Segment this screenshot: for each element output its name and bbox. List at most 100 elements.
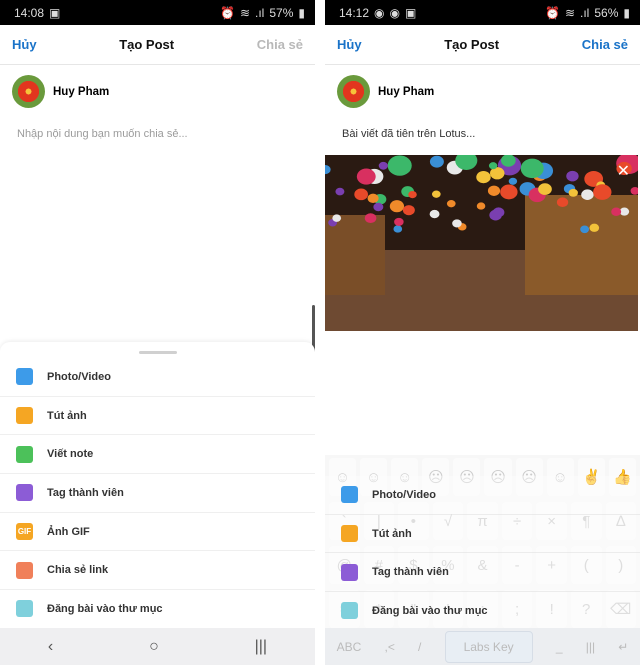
- folder-icon: [341, 602, 358, 620]
- space-key[interactable]: Labs Key: [444, 630, 533, 663]
- lantern: [611, 207, 622, 216]
- create-post-screen-empty: 14:08 ▣ ⏰ ≋ .ıl 57% ▮ Hủy Tạo Post Chia sẻ Hu…: [0, 0, 315, 665]
- menu-item[interactable]: Tút ảnh: [325, 514, 640, 554]
- lantern: [556, 197, 569, 208]
- create-post-screen-with-photo: 14:12 ◉ ◉ ▣ ⏰ ≋ .ıl 56% ▮ Hủy Tạo Post Chia sẻ …: [325, 0, 640, 665]
- lantern: [568, 188, 578, 197]
- back-button[interactable]: ‹: [48, 638, 53, 656]
- lantern: [402, 205, 415, 216]
- menu-item-label: Ảnh GIF: [47, 525, 90, 538]
- lantern: [389, 200, 405, 213]
- page-title: Tạo Post: [119, 37, 175, 52]
- lantern: [356, 168, 376, 185]
- lantern: [538, 183, 552, 195]
- menu-item-label: Tút ảnh: [372, 527, 412, 540]
- battery-level: 56%: [594, 5, 619, 20]
- lantern: [354, 188, 368, 201]
- menu-item-label: Tút ảnh: [47, 409, 87, 422]
- menu-item[interactable]: Đăng bài vào thư mục: [325, 592, 640, 631]
- menu-item-label: Photo/Video: [47, 370, 111, 383]
- menu-item-label: Tag thành viên: [372, 566, 449, 579]
- page-title: Tạo Post: [444, 37, 500, 52]
- lantern: [387, 155, 412, 176]
- menu-item[interactable]: Photo/Video: [325, 476, 640, 515]
- battery-icon: ▮: [623, 5, 630, 20]
- user-row: Huy Pham: [0, 65, 315, 118]
- gif-icon: GIF: [16, 523, 33, 541]
- menu-item[interactable]: Tag thành viên: [0, 474, 315, 513]
- battery-icon: ▮: [298, 5, 305, 20]
- status-bar: 14:08 ▣ ⏰ ≋ .ıl 57% ▮: [0, 0, 315, 25]
- attached-photo: ✕: [325, 155, 638, 331]
- menu-item-label: Chia sẻ link: [47, 564, 109, 577]
- lantern: [500, 184, 518, 200]
- status-bar: 14:12 ◉ ◉ ▣ ⏰ ≋ .ıl 56% ▮: [325, 0, 640, 25]
- menu-item[interactable]: Tút ảnh: [0, 397, 315, 436]
- lantern: [335, 187, 345, 196]
- slash-key[interactable]: /: [418, 640, 421, 654]
- lantern: [508, 177, 518, 185]
- avatar: [12, 75, 45, 108]
- image-icon: [16, 407, 33, 425]
- gallery-icon: ▣: [49, 5, 61, 20]
- menu-item-label: Viết note: [47, 448, 94, 461]
- menu-item-label: Đăng bài vào thư mục: [47, 602, 163, 615]
- lantern: [489, 209, 502, 221]
- lantern: [332, 214, 342, 222]
- messenger-icon: ◉: [389, 5, 400, 20]
- lantern: [580, 225, 590, 234]
- lantern: [446, 199, 456, 208]
- link-icon: [16, 561, 33, 579]
- lantern: [589, 223, 600, 232]
- menu-item[interactable]: GIF Ảnh GIF: [0, 513, 315, 552]
- menu-item[interactable]: Đăng bài vào thư mục: [0, 590, 315, 629]
- lantern: [520, 158, 544, 179]
- recents-button[interactable]: |||: [586, 640, 595, 654]
- lantern: [488, 162, 498, 170]
- nav-bar: ‹ ○ |||: [0, 628, 315, 665]
- remove-photo-button[interactable]: ✕: [617, 161, 630, 181]
- gallery-icon: ▣: [405, 5, 417, 20]
- underscore-key[interactable]: _: [556, 640, 563, 654]
- comma-key[interactable]: ,<: [384, 640, 394, 654]
- menu-item[interactable]: Chia sẻ link: [0, 551, 315, 591]
- camera-icon: [16, 368, 33, 386]
- user-name: Huy Pham: [53, 85, 110, 98]
- wifi-icon: ≋: [564, 5, 576, 20]
- lantern: [429, 209, 440, 219]
- image-icon: [341, 525, 358, 543]
- share-button[interactable]: Chia sẻ: [257, 37, 303, 52]
- lantern: [429, 155, 444, 168]
- signal-icon: .ıl: [255, 5, 265, 20]
- home-button[interactable]: ○: [149, 638, 159, 656]
- lantern: [394, 217, 404, 226]
- lantern: [593, 184, 612, 200]
- lantern: [373, 202, 384, 212]
- note-icon: [16, 445, 33, 463]
- share-button[interactable]: Chia sẻ: [582, 37, 628, 52]
- user-row: Huy Pham: [325, 65, 640, 118]
- abc-key[interactable]: ABC: [337, 640, 362, 654]
- wifi-icon: ≋: [239, 5, 251, 20]
- action-sheet: Photo/Video Tút ảnh Tag thành viên Đăng bài…: [325, 476, 640, 631]
- keyboard-bottom-row: ABC ,< / Labs Key _ ||| ↵: [325, 628, 640, 665]
- header: Hủy Tạo Post Chia sẻ: [325, 25, 640, 65]
- menu-item[interactable]: Viết note: [0, 435, 315, 475]
- drag-handle[interactable]: [138, 351, 177, 354]
- enter-key[interactable]: ↵: [618, 640, 628, 654]
- menu-item[interactable]: Tag thành viên: [325, 553, 640, 593]
- lantern: [378, 161, 388, 170]
- lantern: [408, 190, 417, 199]
- signal-icon: .ıl: [580, 5, 590, 20]
- lantern: [393, 225, 403, 233]
- menu-item[interactable]: Photo/Video: [0, 358, 315, 397]
- recents-button[interactable]: |||: [255, 638, 267, 656]
- menu-item-label: Photo/Video: [372, 488, 436, 501]
- post-input[interactable]: Bài viết đã tiên trên Lotus...: [325, 118, 640, 150]
- camera-icon: [341, 486, 358, 504]
- cancel-button[interactable]: Hủy: [12, 37, 37, 52]
- user-tag-icon: [16, 484, 33, 502]
- lantern: [581, 189, 594, 200]
- post-input[interactable]: Nhập nội dung bạn muốn chia sẻ...: [0, 118, 315, 150]
- cancel-button[interactable]: Hủy: [337, 37, 362, 52]
